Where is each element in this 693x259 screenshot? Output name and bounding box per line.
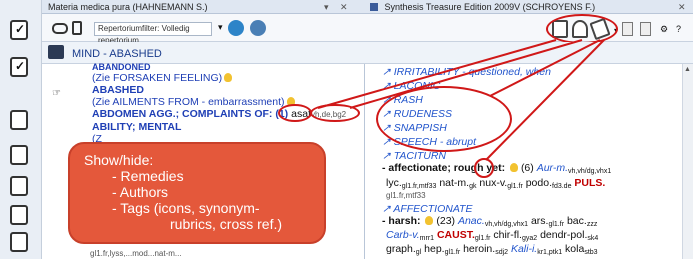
- arrow-to-remedy: [317, 39, 557, 109]
- arrow-to-synonyms: [489, 39, 601, 97]
- annotation-arrows: [317, 39, 605, 161]
- arrow-to-tag: [485, 39, 605, 161]
